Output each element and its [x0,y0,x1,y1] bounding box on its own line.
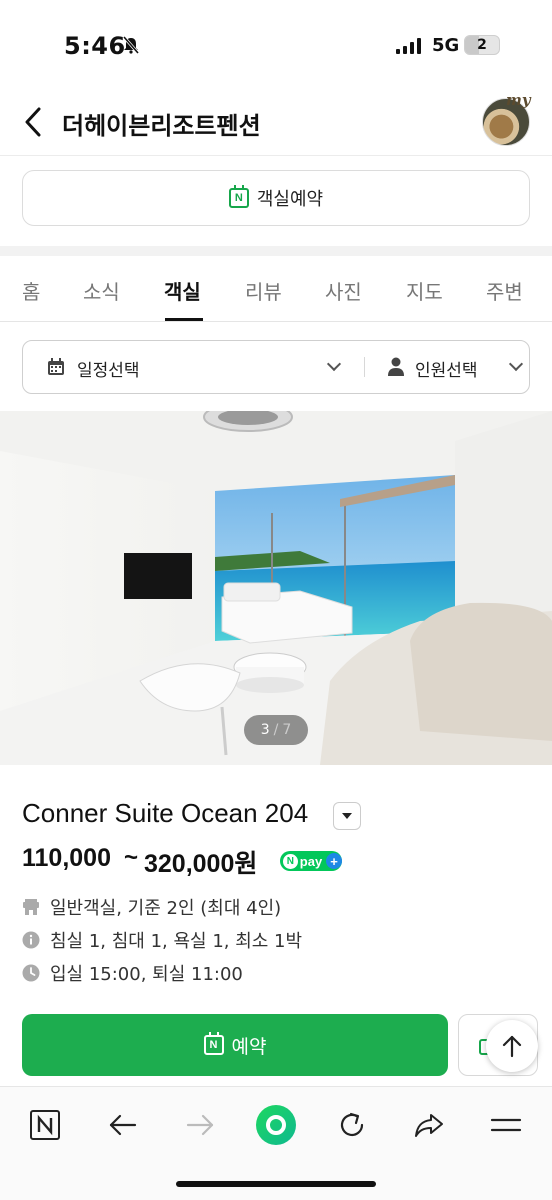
header: 더헤이븐리조트펜션 my [0,91,552,156]
tab-photos[interactable]: 사진 [325,276,362,305]
menu-button[interactable] [482,1101,530,1149]
people-select[interactable]: 인원선택 [365,341,531,393]
info-row-room-type: 일반객실, 기준 2인 (최대 4인) [22,895,281,919]
signal-icon [396,38,421,54]
price-min: 110,000 [22,844,111,872]
naver-home-button[interactable] [21,1101,69,1149]
room-photo[interactable]: 3 / 7 [0,411,552,765]
my-badge: my [506,91,531,109]
bell-muted-icon [122,36,140,54]
book-button-label: 예약 [231,1035,267,1058]
photo-separator: / [273,722,279,738]
forward-nav-button[interactable] [176,1101,224,1149]
status-time: 5:46 [64,32,126,60]
npay-n-icon: N [283,853,298,869]
n-calendar-icon: N [203,1032,224,1055]
share-button[interactable] [405,1101,453,1149]
home-circle-button[interactable] [252,1101,300,1149]
battery-icon: 2 [464,35,500,55]
price-tilde: ~ [124,844,139,871]
calendar-icon [48,358,64,375]
info-beds-text: 침실 1, 침대 1, 욕실 1, 최소 1박 [50,931,303,952]
naver-n-icon [30,1110,60,1140]
n-calendar-icon: N [228,185,249,208]
tab-rooms[interactable]: 객실 [164,276,201,305]
room-dropdown-button[interactable] [333,802,361,830]
page-title: 더헤이븐리조트펜션 [62,112,261,140]
reserve-room-label: 객실예약 [256,189,324,210]
room-photo-image [0,411,552,765]
info-room-type-text: 일반객실, 기준 2인 (최대 4인) [50,898,282,919]
back-arrow-icon [109,1114,137,1136]
chevron-left-icon [25,107,41,137]
reserve-room-button[interactable]: N 객실예약 [22,170,530,226]
photo-total: 7 [282,722,292,738]
refresh-icon [340,1112,364,1137]
section-divider [0,246,552,256]
refresh-button[interactable] [328,1101,376,1149]
tab-news[interactable]: 소식 [83,276,120,305]
home-indicator [176,1181,376,1187]
room-type-icon [23,899,39,915]
date-select-label: 일정선택 [77,361,140,381]
clock-icon [22,964,40,982]
chevron-down-icon [508,356,524,372]
info-icon [22,931,40,949]
status-bar: 5:46 5G 2 [0,0,552,92]
back-nav-button[interactable] [99,1101,147,1149]
scroll-to-top-button[interactable] [486,1020,538,1072]
active-tab-indicator [165,318,203,321]
share-icon [415,1114,443,1137]
plus-icon: + [326,853,342,869]
photo-current: 3 [260,722,270,738]
back-button[interactable] [18,102,48,142]
info-row-beds: 침실 1, 침대 1, 욕실 1, 최소 1박 [22,928,302,952]
caret-down-icon [342,813,352,819]
person-icon [388,357,404,376]
arrow-up-icon [502,1035,522,1058]
tab-home[interactable]: 홈 [22,276,40,305]
npay-label: pay [299,853,323,869]
photo-counter: 3 / 7 [244,715,308,745]
book-button[interactable]: N 예약 [22,1014,448,1076]
chevron-down-icon [326,356,342,372]
info-checkin-text: 입실 15:00, 퇴실 11:00 [50,964,243,985]
network-type: 5G [432,35,460,56]
room-name: Conner Suite Ocean 204 [22,798,309,828]
tab-reviews[interactable]: 리뷰 [245,276,282,305]
people-select-label: 인원선택 [415,361,478,381]
tab-nearby[interactable]: 주변 [486,276,523,305]
menu-icon [490,1118,522,1132]
battery-text: 2 [477,37,487,53]
date-select[interactable]: 일정선택 [23,341,363,393]
npay-badge: N pay + [280,851,342,871]
info-row-checkin: 입실 15:00, 퇴실 11:00 [22,961,243,985]
home-circle-icon [256,1105,296,1145]
forward-arrow-icon [186,1114,214,1136]
tab-map[interactable]: 지도 [406,276,443,305]
tab-bar: 홈 소식 객실 리뷰 사진 지도 주변 [0,256,552,322]
booking-selector: 일정선택 인원선택 [22,340,530,394]
price-max: 320,000원 [144,850,258,878]
